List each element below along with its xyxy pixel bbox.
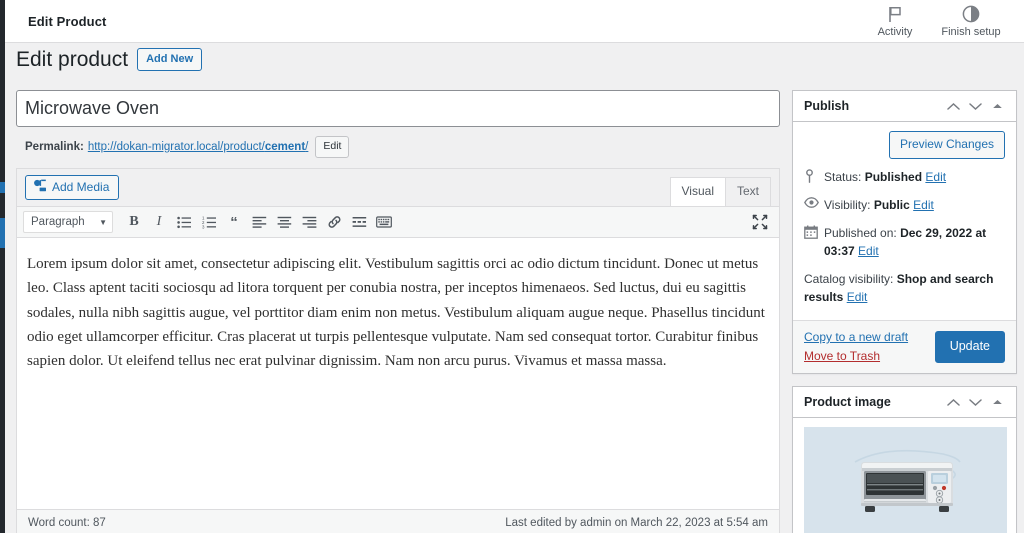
editor-format-toolbar: Paragraph ▼ B I 1 2 3 “	[16, 206, 780, 238]
editor-paragraph: Lorem ipsum dolor sit amet, consectetur …	[27, 256, 765, 370]
bold-icon[interactable]: B	[122, 210, 146, 234]
editor-content-area[interactable]: Lorem ipsum dolor sit amet, consectetur …	[16, 238, 780, 510]
visibility-label: Visibility:	[824, 198, 871, 213]
publish-panel-title: Publish	[804, 99, 850, 113]
bulleted-list-icon[interactable]	[172, 210, 196, 234]
publish-panel-footer: Copy to a new draft Move to Trash Update	[793, 320, 1016, 374]
microwave-oven-image	[854, 449, 961, 512]
publish-panel-body: Preview Changes Status: Published Edit V…	[793, 122, 1016, 320]
move-to-trash-link[interactable]: Move to Trash	[804, 349, 908, 363]
paragraph-format-value: Paragraph	[31, 216, 85, 228]
tab-visual[interactable]: Visual	[669, 177, 726, 207]
add-media-label: Add Media	[52, 180, 110, 194]
media-icon	[33, 179, 47, 195]
preview-row: Preview Changes	[804, 131, 1005, 160]
visibility-edit-link[interactable]: Edit	[913, 198, 934, 212]
top-bar: Edit Product Activity Finish setup	[5, 0, 1024, 43]
visibility-text: Visibility: Public Edit	[824, 196, 1005, 214]
publish-panel: Publish Preview Changes Status: Publishe…	[792, 90, 1017, 375]
status-row: Status: Published Edit	[804, 168, 1005, 186]
rail-accent-top	[0, 182, 5, 193]
catalog-visibility-edit-link[interactable]: Edit	[847, 290, 868, 304]
toggle-panel-icon[interactable]	[986, 391, 1008, 413]
align-left-icon[interactable]	[247, 210, 271, 234]
product-image-panel: Product image	[792, 386, 1017, 533]
flag-icon	[888, 5, 903, 24]
permalink-slug: cement	[264, 141, 306, 153]
content-columns: Permalink: http://dokan-migrator.local/p…	[5, 82, 1024, 533]
status-value: Published	[864, 170, 923, 185]
editor-mode-tabs: Visual Text	[669, 177, 771, 207]
svg-text:3: 3	[202, 224, 205, 228]
status-edit-link[interactable]: Edit	[925, 170, 946, 184]
permalink-row: Permalink: http://dokan-migrator.local/p…	[16, 136, 780, 158]
permalink-suffix: /	[305, 141, 309, 153]
add-new-button[interactable]: Add New	[137, 47, 203, 72]
catalog-visibility-row: Catalog visibility: Shop and search resu…	[804, 270, 1005, 306]
eye-icon	[804, 196, 824, 209]
last-edited: Last edited by admin on March 22, 2023 a…	[505, 517, 768, 529]
editor-media-bar: Add Media Visual Text	[16, 168, 780, 207]
move-down-icon[interactable]	[964, 391, 986, 413]
activity-button[interactable]: Activity	[866, 5, 924, 38]
word-count: Word count: 87	[28, 517, 106, 529]
status-text: Status: Published Edit	[824, 168, 1005, 186]
visibility-value: Public	[873, 198, 910, 213]
product-image-panel-header: Product image	[793, 387, 1016, 419]
keyboard-shortcuts-icon[interactable]	[372, 210, 396, 234]
visibility-row: Visibility: Public Edit	[804, 196, 1005, 214]
blockquote-icon[interactable]: “	[222, 210, 246, 234]
move-down-icon[interactable]	[964, 95, 986, 117]
contrast-circle-icon	[962, 5, 980, 24]
editor: Add Media Visual Text Paragraph ▼ B I 1 …	[16, 168, 780, 533]
page-header: Edit product Add New	[5, 43, 1024, 76]
main-column: Permalink: http://dokan-migrator.local/p…	[16, 90, 780, 533]
catalog-visibility-label: Catalog visibility:	[804, 272, 894, 287]
product-image-thumbnail[interactable]	[804, 427, 1007, 533]
move-up-icon[interactable]	[942, 95, 964, 117]
copy-to-new-draft-link[interactable]: Copy to a new draft	[804, 330, 908, 344]
link-icon[interactable]	[322, 210, 346, 234]
tab-text[interactable]: Text	[724, 177, 771, 207]
rail-accent-active	[0, 218, 5, 248]
top-bar-title: Edit Product	[28, 13, 107, 29]
finish-setup-label: Finish setup	[941, 25, 1001, 38]
editor-status-bar: Word count: 87 Last edited by admin on M…	[16, 510, 780, 533]
numbered-list-icon[interactable]: 1 2 3	[197, 210, 221, 234]
sidebar-column: Publish Preview Changes Status: Publishe…	[792, 90, 1017, 533]
edit-product-screen: Edit Product Activity Finish setup Edit	[0, 0, 1024, 533]
product-image-body	[793, 418, 1016, 533]
status-label: Status:	[824, 170, 862, 185]
page-title: Edit product	[16, 47, 129, 71]
permalink-url[interactable]: http://dokan-migrator.local/product/ceme…	[88, 141, 309, 153]
product-title-input[interactable]	[16, 90, 780, 127]
publish-footer-links: Copy to a new draft Move to Trash	[804, 330, 908, 363]
published-on-row: Published on: Dec 29, 2022 at 03:37 Edit	[804, 224, 1005, 260]
distraction-free-icon[interactable]	[749, 211, 771, 233]
calendar-icon	[804, 224, 824, 240]
product-image-panel-title: Product image	[804, 395, 891, 410]
read-more-icon[interactable]	[347, 210, 371, 234]
publish-panel-header: Publish	[793, 91, 1016, 122]
permalink-label: Permalink:	[25, 141, 84, 153]
paragraph-format-select[interactable]: Paragraph ▼	[23, 211, 113, 233]
pin-icon	[804, 168, 824, 184]
published-on-text: Published on: Dec 29, 2022 at 03:37 Edit	[824, 224, 1005, 260]
chevron-down-icon: ▼	[99, 217, 107, 227]
published-on-edit-link[interactable]: Edit	[858, 244, 879, 258]
published-on-label: Published on:	[824, 226, 897, 241]
permalink-edit-button[interactable]: Edit	[315, 136, 350, 158]
admin-menu-rail[interactable]	[0, 0, 5, 533]
italic-icon[interactable]: I	[147, 210, 171, 234]
align-center-icon[interactable]	[272, 210, 296, 234]
preview-changes-button[interactable]: Preview Changes	[888, 131, 1005, 160]
move-up-icon[interactable]	[942, 391, 964, 413]
align-right-icon[interactable]	[297, 210, 321, 234]
update-button[interactable]: Update	[934, 331, 1005, 364]
add-media-button[interactable]: Add Media	[25, 175, 120, 200]
activity-label: Activity	[877, 25, 913, 38]
finish-setup-button[interactable]: Finish setup	[934, 5, 1008, 38]
permalink-prefix: http://dokan-migrator.local/product/	[87, 141, 265, 153]
toggle-panel-icon[interactable]	[986, 95, 1008, 117]
